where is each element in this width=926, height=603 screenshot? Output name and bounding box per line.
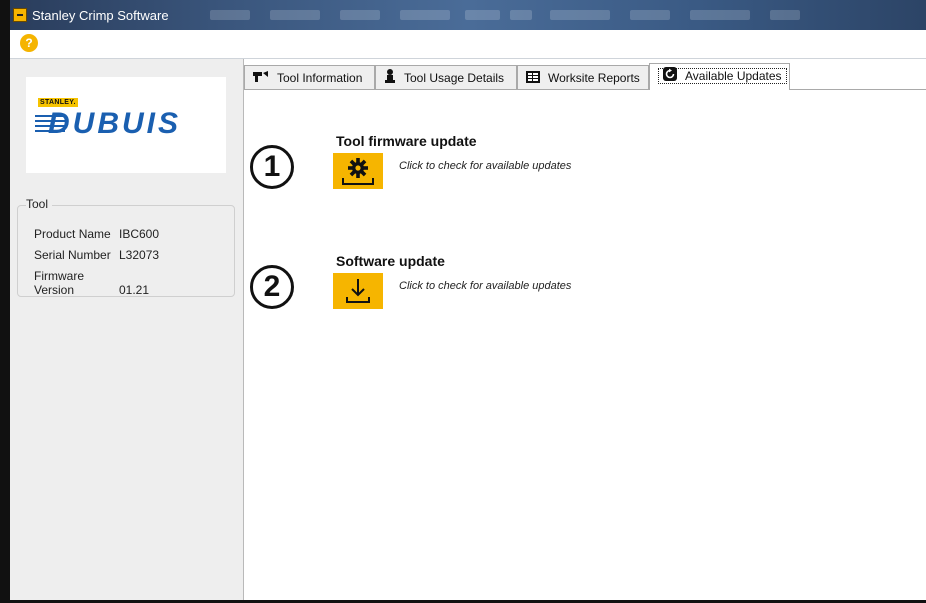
stanley-logo: STANLEY. [38,98,78,107]
app-window: Stanley Crimp Software ? STANLEY. DUBUIS… [0,0,926,603]
gear-download-icon [333,158,383,192]
tab-worksite-reports[interactable]: Worksite Reports [517,65,649,89]
blurred-menu-item [630,10,670,20]
worker-icon [384,67,396,91]
software-update-hint[interactable]: Click to check for available updates [399,280,571,292]
field-value: IBC600 [119,227,160,241]
field-label: Firmware Version [34,269,84,297]
field-value: L32073 [119,248,160,262]
company-logo: STANLEY. DUBUIS [26,77,226,173]
app-icon [13,8,27,22]
tab-tool-usage-details[interactable]: Tool Usage Details [375,65,517,89]
screen-border-left [0,0,10,603]
tab-label: Available Updates [685,69,782,83]
callout-marker-2: 2 [250,265,294,309]
window-title: Stanley Crimp Software [32,8,169,23]
blurred-menu-item [340,10,380,20]
groupbox-label: Tool [26,197,53,211]
field-label: Serial Number [34,248,111,262]
field-value: 01.21 [119,283,150,297]
firmware-version-row: Firmware Version 01.21 [34,269,149,297]
firmware-update-button[interactable] [333,153,383,189]
blurred-menu-item [400,10,450,20]
tool-icon [253,67,269,91]
refresh-icon [663,65,677,89]
download-icon [333,279,383,312]
software-update-title: Software update [336,253,445,269]
blurred-menu-item [690,10,750,20]
tab-strip: Tool Information Tool Usage Details Work… [244,63,926,90]
blurred-menu-item [550,10,610,20]
blurred-menu-item [465,10,500,20]
blurred-menu-item [210,10,250,20]
help-icon[interactable]: ? [20,34,38,52]
field-label: Product Name [34,227,111,241]
product-name-row: Product Name IBC600 [34,227,159,241]
firmware-update-title: Tool firmware update [336,133,477,149]
tab-tool-information[interactable]: Tool Information [244,65,375,89]
report-icon [526,67,540,91]
tab-label: Tool Usage Details [404,71,505,85]
dubuis-logo: DUBUIS [48,107,182,140]
blurred-menu-item [510,10,532,20]
firmware-update-hint[interactable]: Click to check for available updates [399,160,571,172]
title-bar[interactable]: Stanley Crimp Software [10,0,926,30]
blurred-menu-item [270,10,320,20]
blurred-menu-item [770,10,800,20]
callout-marker-1: 1 [250,145,294,189]
sidebar: STANLEY. DUBUIS Tool Product Name IBC600 … [10,59,244,600]
tab-focus-outline: Available Updates [658,66,787,84]
tab-label: Tool Information [277,71,363,85]
toolbar: ? [10,30,926,59]
main-content: Tool Information Tool Usage Details Work… [244,59,926,600]
tab-available-updates[interactable]: Available Updates [649,63,790,90]
software-update-button[interactable] [333,273,383,309]
tab-label: Worksite Reports [548,71,640,85]
serial-number-row: Serial Number L32073 [34,248,159,262]
